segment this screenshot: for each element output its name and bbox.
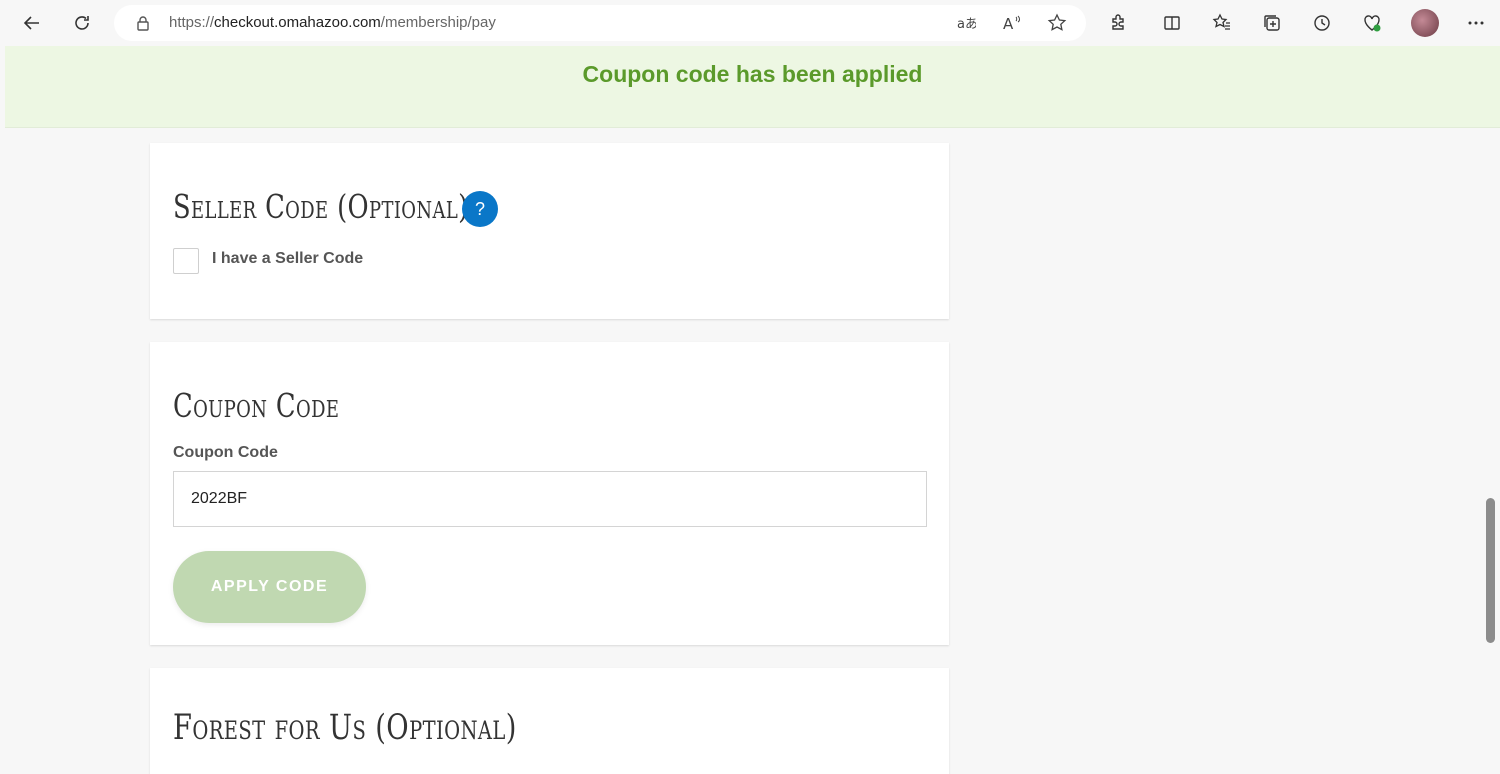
- address-bar[interactable]: https://checkout.omahazoo.com/membership…: [114, 5, 1086, 41]
- coupon-code-card: Coupon Code Coupon Code APPLY CODE: [150, 342, 949, 645]
- extensions-icon[interactable]: [1103, 8, 1133, 38]
- coupon-field-label: Coupon Code: [173, 444, 278, 461]
- browser-essentials-icon[interactable]: [1357, 8, 1387, 38]
- banner-message: Coupon code has been applied: [582, 61, 923, 87]
- read-aloud-icon[interactable]: A: [1002, 13, 1022, 33]
- page-scrollbar[interactable]: [1486, 498, 1495, 643]
- coupon-code-title: Coupon Code: [173, 386, 340, 425]
- page-content: Coupon code has been applied Seller Code…: [5, 46, 1500, 774]
- translate-icon[interactable]: aあ: [956, 13, 976, 33]
- more-options-icon[interactable]: [1461, 8, 1491, 38]
- seller-code-title: Seller Code (Optional): [173, 187, 469, 226]
- history-icon[interactable]: [1307, 8, 1337, 38]
- help-button[interactable]: ?: [462, 191, 498, 227]
- help-icon: ?: [474, 198, 485, 219]
- browser-toolbar: https://checkout.omahazoo.com/membership…: [0, 0, 1500, 46]
- forest-for-us-card: Forest for Us (Optional): [150, 668, 949, 774]
- favorites-icon[interactable]: [1207, 8, 1237, 38]
- svg-text:aあ: aあ: [957, 17, 976, 32]
- url-text[interactable]: https://checkout.omahazoo.com/membership…: [169, 14, 496, 31]
- profile-avatar[interactable]: [1411, 9, 1439, 37]
- refresh-icon[interactable]: [67, 8, 97, 38]
- lock-icon[interactable]: [134, 14, 152, 32]
- svg-text:A: A: [1003, 15, 1014, 33]
- seller-code-checkbox-label[interactable]: I have a Seller Code: [212, 250, 363, 268]
- apply-code-button[interactable]: APPLY CODE: [173, 551, 366, 623]
- back-icon[interactable]: [17, 8, 47, 38]
- coupon-code-input[interactable]: [173, 471, 927, 527]
- forest-for-us-title: Forest for Us (Optional): [173, 708, 517, 748]
- collections-icon[interactable]: [1257, 8, 1287, 38]
- seller-code-card: Seller Code (Optional) ? I have a Seller…: [150, 143, 949, 319]
- split-screen-icon[interactable]: [1157, 8, 1187, 38]
- success-banner: Coupon code has been applied: [5, 46, 1500, 128]
- favorite-star-icon[interactable]: [1047, 13, 1067, 33]
- seller-code-checkbox[interactable]: [173, 248, 199, 274]
